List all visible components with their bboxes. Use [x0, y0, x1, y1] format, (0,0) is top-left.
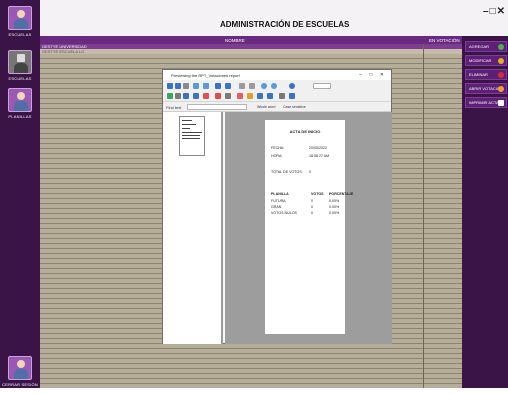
page-setup-icon[interactable] [193, 83, 199, 89]
document-icon [498, 100, 504, 106]
save-icon[interactable] [175, 83, 181, 89]
viewer-title: Previewing the RPT_Votaciones report [171, 73, 240, 78]
report-heading: ACTA DE INICIO [289, 129, 321, 134]
rail-button-logout[interactable]: CERRAR SESIÓN [2, 354, 38, 394]
close-preview-icon[interactable] [203, 93, 209, 99]
viewer-search-bar: Find text Whole word Case sensitive [163, 102, 391, 112]
total-label: TOTAL DE VOTOS: [271, 170, 303, 174]
search-label: Find text [166, 105, 182, 110]
print-report-label: IMPRIMIR ACTA [469, 100, 499, 105]
school-icon [8, 50, 32, 74]
header-porcentaje: PORCENTAJE [329, 192, 354, 196]
edit-icon [498, 58, 504, 64]
open-voting-button[interactable]: ABRIR VOTACIÓN [465, 83, 507, 94]
hora-value: 18:56:27 AM [309, 154, 330, 158]
rail-button-schools[interactable]: ESCUELAS [2, 48, 38, 88]
zoom-in-icon[interactable] [271, 83, 277, 89]
delete-icon [498, 72, 504, 78]
action-panel: AGREGAR MODIFICAR ELIMINAR ABRIR VOTACIÓ… [462, 36, 508, 388]
header-votos: VOTOS [311, 192, 324, 196]
viewer-toolbar [163, 80, 391, 102]
fecha-value: 20/05/2022 [309, 146, 327, 150]
logout-icon [8, 356, 32, 380]
whole-word-option[interactable]: Whole word [257, 105, 275, 109]
rail-label: PLANILLAS [8, 114, 32, 119]
rail-label: ESCUELAS [8, 76, 32, 81]
hand-icon[interactable] [215, 83, 221, 89]
thumbnail-pane [163, 112, 223, 344]
column-divider [423, 44, 424, 388]
table-row[interactable]: GESTYE ESCUELA LO [40, 49, 462, 54]
highlight-icon[interactable] [247, 93, 253, 99]
layout-icon[interactable] [267, 93, 273, 99]
rail-label: ESCUELAS [8, 32, 32, 37]
pdf-icon[interactable] [193, 93, 199, 99]
prev-page-icon[interactable] [249, 83, 255, 89]
row-pct: 0.00% [329, 199, 340, 203]
total-value: 0 [309, 170, 311, 174]
hora-label: HORA: [271, 154, 283, 158]
page-number-input[interactable] [313, 83, 331, 89]
row-votes: 0 [311, 199, 313, 203]
refresh-icon[interactable] [289, 93, 295, 99]
modify-button-label: MODIFICAR [469, 58, 492, 63]
app-window: ESCUELAS ESCUELAS PLANILLAS CERRAR SESIÓ… [0, 0, 508, 388]
users-icon [8, 6, 32, 30]
vote-icon [498, 86, 504, 92]
report-viewer: Previewing the RPT_Votaciones report – □… [162, 69, 392, 344]
draw-icon[interactable] [237, 93, 243, 99]
rail-label: CERRAR SESIÓN [2, 382, 38, 387]
first-page-icon[interactable] [239, 83, 245, 89]
report-page: ACTA DE INICIO FECHA: 20/05/2022 HORA: 1… [265, 120, 353, 334]
email-icon[interactable] [183, 93, 189, 99]
row-pct: 0.00% [329, 211, 340, 215]
color-icon[interactable] [257, 93, 263, 99]
row-votes: 0 [311, 205, 313, 209]
row-name: VOTOS NULOS [271, 211, 297, 215]
open-icon[interactable] [183, 83, 189, 89]
export-icon[interactable] [175, 93, 181, 99]
fecha-label: FECHA: [271, 146, 285, 150]
zoom-icon[interactable] [225, 83, 231, 89]
row-name: FUTURA [271, 199, 286, 203]
viewer-window-controls[interactable]: – □ ✕ [359, 72, 387, 78]
row-name: GRAN [271, 205, 282, 209]
add-button[interactable]: AGREGAR [465, 41, 507, 52]
window-controls[interactable]: –□✕ [483, 6, 506, 17]
viewer-title-bar: Previewing the RPT_Votaciones report – □… [163, 70, 391, 80]
cell-name: GESTYE ESCUELA LO [42, 49, 85, 54]
zoom-out-icon[interactable] [261, 83, 267, 89]
settings-icon[interactable] [279, 93, 285, 99]
column-header-voting[interactable]: EN VOTACIÓN [429, 38, 460, 43]
rail-button-escuelas[interactable]: ESCUELAS [2, 4, 38, 44]
page-pane: ACTA DE INICIO FECHA: 20/05/2022 HORA: 1… [225, 112, 392, 344]
modify-button[interactable]: MODIFICAR [465, 55, 507, 66]
print-report-button[interactable]: IMPRIMIR ACTA [465, 97, 507, 108]
row-pct: 0.00% [329, 205, 340, 209]
delete-button-label: ELIMINAR [469, 72, 488, 77]
export-excel-icon[interactable] [167, 93, 173, 99]
app-title: ADMINISTRACIÓN DE ESCUELAS [220, 20, 350, 29]
delete-button[interactable]: ELIMINAR [465, 69, 507, 80]
search-input[interactable] [187, 104, 247, 110]
left-rail: ESCUELAS ESCUELAS PLANILLAS CERRAR SESIÓ… [0, 0, 40, 388]
search-icon[interactable] [289, 83, 295, 89]
watermark-icon[interactable] [215, 93, 221, 99]
row-votes: 0 [311, 211, 313, 215]
scale-icon[interactable] [203, 83, 209, 89]
page-thumbnail[interactable] [179, 116, 205, 156]
users-icon [8, 88, 32, 112]
rail-button-planillas[interactable]: PLANILLAS [2, 86, 38, 126]
header-planilla: PLANILLA [271, 192, 289, 196]
add-icon [498, 44, 504, 50]
grid-header: NOMBRE EN VOTACIÓN [40, 36, 462, 44]
background-icon[interactable] [225, 93, 231, 99]
print-icon[interactable] [167, 83, 173, 89]
column-header-name[interactable]: NOMBRE [225, 38, 245, 43]
add-button-label: AGREGAR [469, 44, 490, 49]
case-sensitive-option[interactable]: Case sensitive [283, 105, 306, 109]
title-bar: ADMINISTRACIÓN DE ESCUELAS –□✕ [40, 0, 508, 36]
